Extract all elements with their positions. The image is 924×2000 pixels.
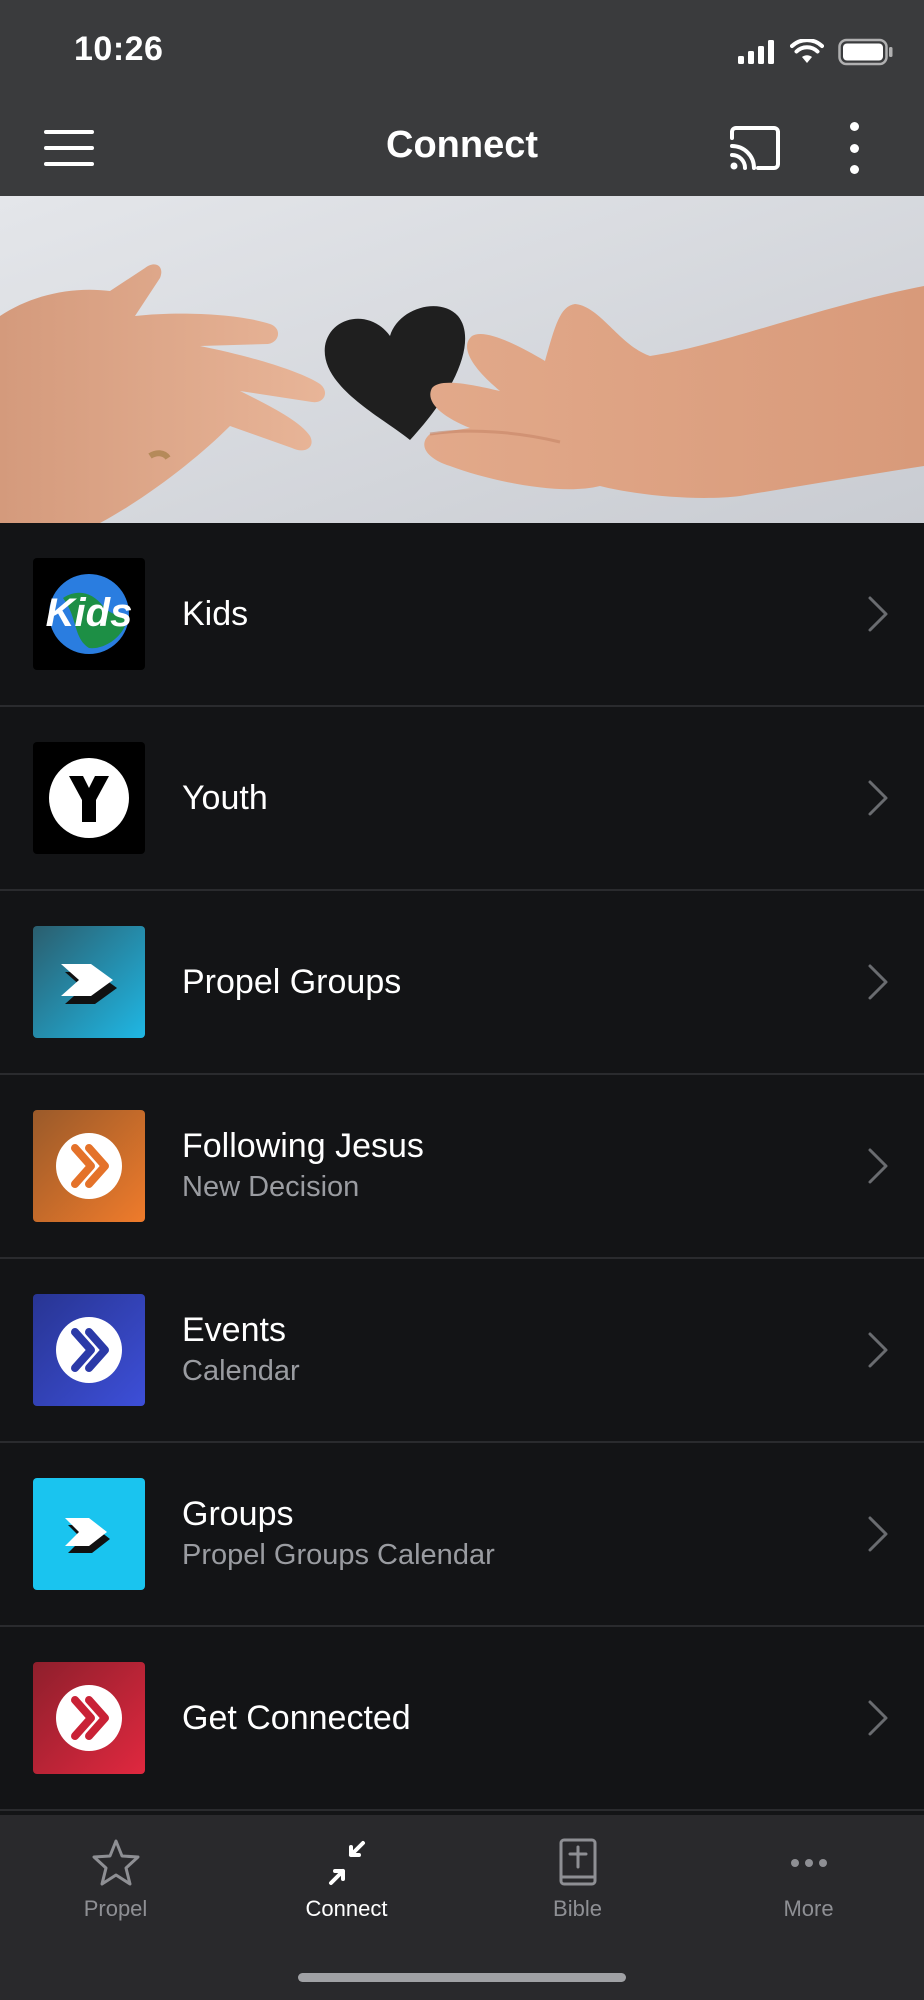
page-title: Connect [386,124,538,166]
kids-logo-icon: Kids [33,558,145,670]
tab-more[interactable]: More [693,1815,924,1945]
status-time: 10:26 [74,30,164,68]
overflow-menu-button[interactable] [842,122,866,174]
battery-icon [838,38,893,66]
star-icon [92,1839,140,1886]
list-item-subtitle: Propel Groups Calendar [182,1539,495,1571]
list-item-text: Propel Groups [182,891,401,1073]
youth-logo-icon [33,742,145,854]
tab-connect[interactable]: Connect [231,1815,462,1945]
chevron-right-icon [868,1516,888,1552]
list-item-title: Events [182,1311,286,1349]
chevron-right-icon [868,780,888,816]
list-item-following-jesus[interactable]: Following Jesus New Decision [0,1075,924,1259]
list-item-youth[interactable]: Youth [0,707,924,891]
list-item-text: Get Connected [182,1627,411,1809]
tab-label: More [783,1896,834,1921]
list-item-text: Youth [182,707,268,889]
tab-propel[interactable]: Propel [0,1815,231,1945]
connect-list: Kids Kids Youth Propel Groups Following … [0,523,924,1811]
list-item-subtitle: New Decision [182,1171,360,1203]
list-item-text: Kids [182,523,248,705]
connect-icon [329,1841,365,1885]
list-item-kids[interactable]: Kids Kids [0,523,924,707]
propel-groups-icon [33,926,145,1038]
status-icons [738,38,894,66]
list-item-title: Get Connected [182,1699,411,1737]
status-bar: 10:26 [0,0,924,100]
list-item-get-connected[interactable]: Get Connected [0,1627,924,1811]
app-bar: Connect [0,100,924,196]
get-connected-icon [33,1662,145,1774]
tab-label: Connect [305,1896,388,1921]
home-indicator[interactable] [298,1973,626,1982]
tab-label: Propel [83,1896,148,1921]
list-item-text: Events Calendar [182,1259,300,1441]
list-item-text: Groups Propel Groups Calendar [182,1443,495,1625]
following-jesus-icon [33,1110,145,1222]
list-item-subtitle: Calendar [182,1355,300,1387]
list-item-events[interactable]: Events Calendar [0,1259,924,1443]
events-icon [33,1294,145,1406]
list-item-text: Following Jesus New Decision [182,1075,424,1257]
chevron-right-icon [868,1148,888,1184]
hero-image [0,196,924,523]
chevron-right-icon [868,964,888,1000]
list-item-propel-groups[interactable]: Propel Groups [0,891,924,1075]
groups-icon [33,1478,145,1590]
chevron-right-icon [868,596,888,632]
signal-icon [738,40,774,64]
cast-icon[interactable] [728,124,782,172]
list-item-groups[interactable]: Groups Propel Groups Calendar [0,1443,924,1627]
svg-text:Kids: Kids [46,591,133,635]
tab-label: Bible [553,1896,602,1921]
list-item-title: Following Jesus [182,1127,424,1165]
tab-bible[interactable]: Bible [462,1815,693,1945]
chevron-right-icon [868,1700,888,1736]
list-item-title: Groups [182,1495,294,1533]
list-item-title: Youth [182,779,268,817]
bible-icon [559,1838,597,1886]
chevron-right-icon [868,1332,888,1368]
list-item-title: Kids [182,595,249,633]
wifi-icon [790,39,824,63]
list-item-title: Propel Groups [182,963,402,1001]
more-dots-icon [791,1859,827,1867]
